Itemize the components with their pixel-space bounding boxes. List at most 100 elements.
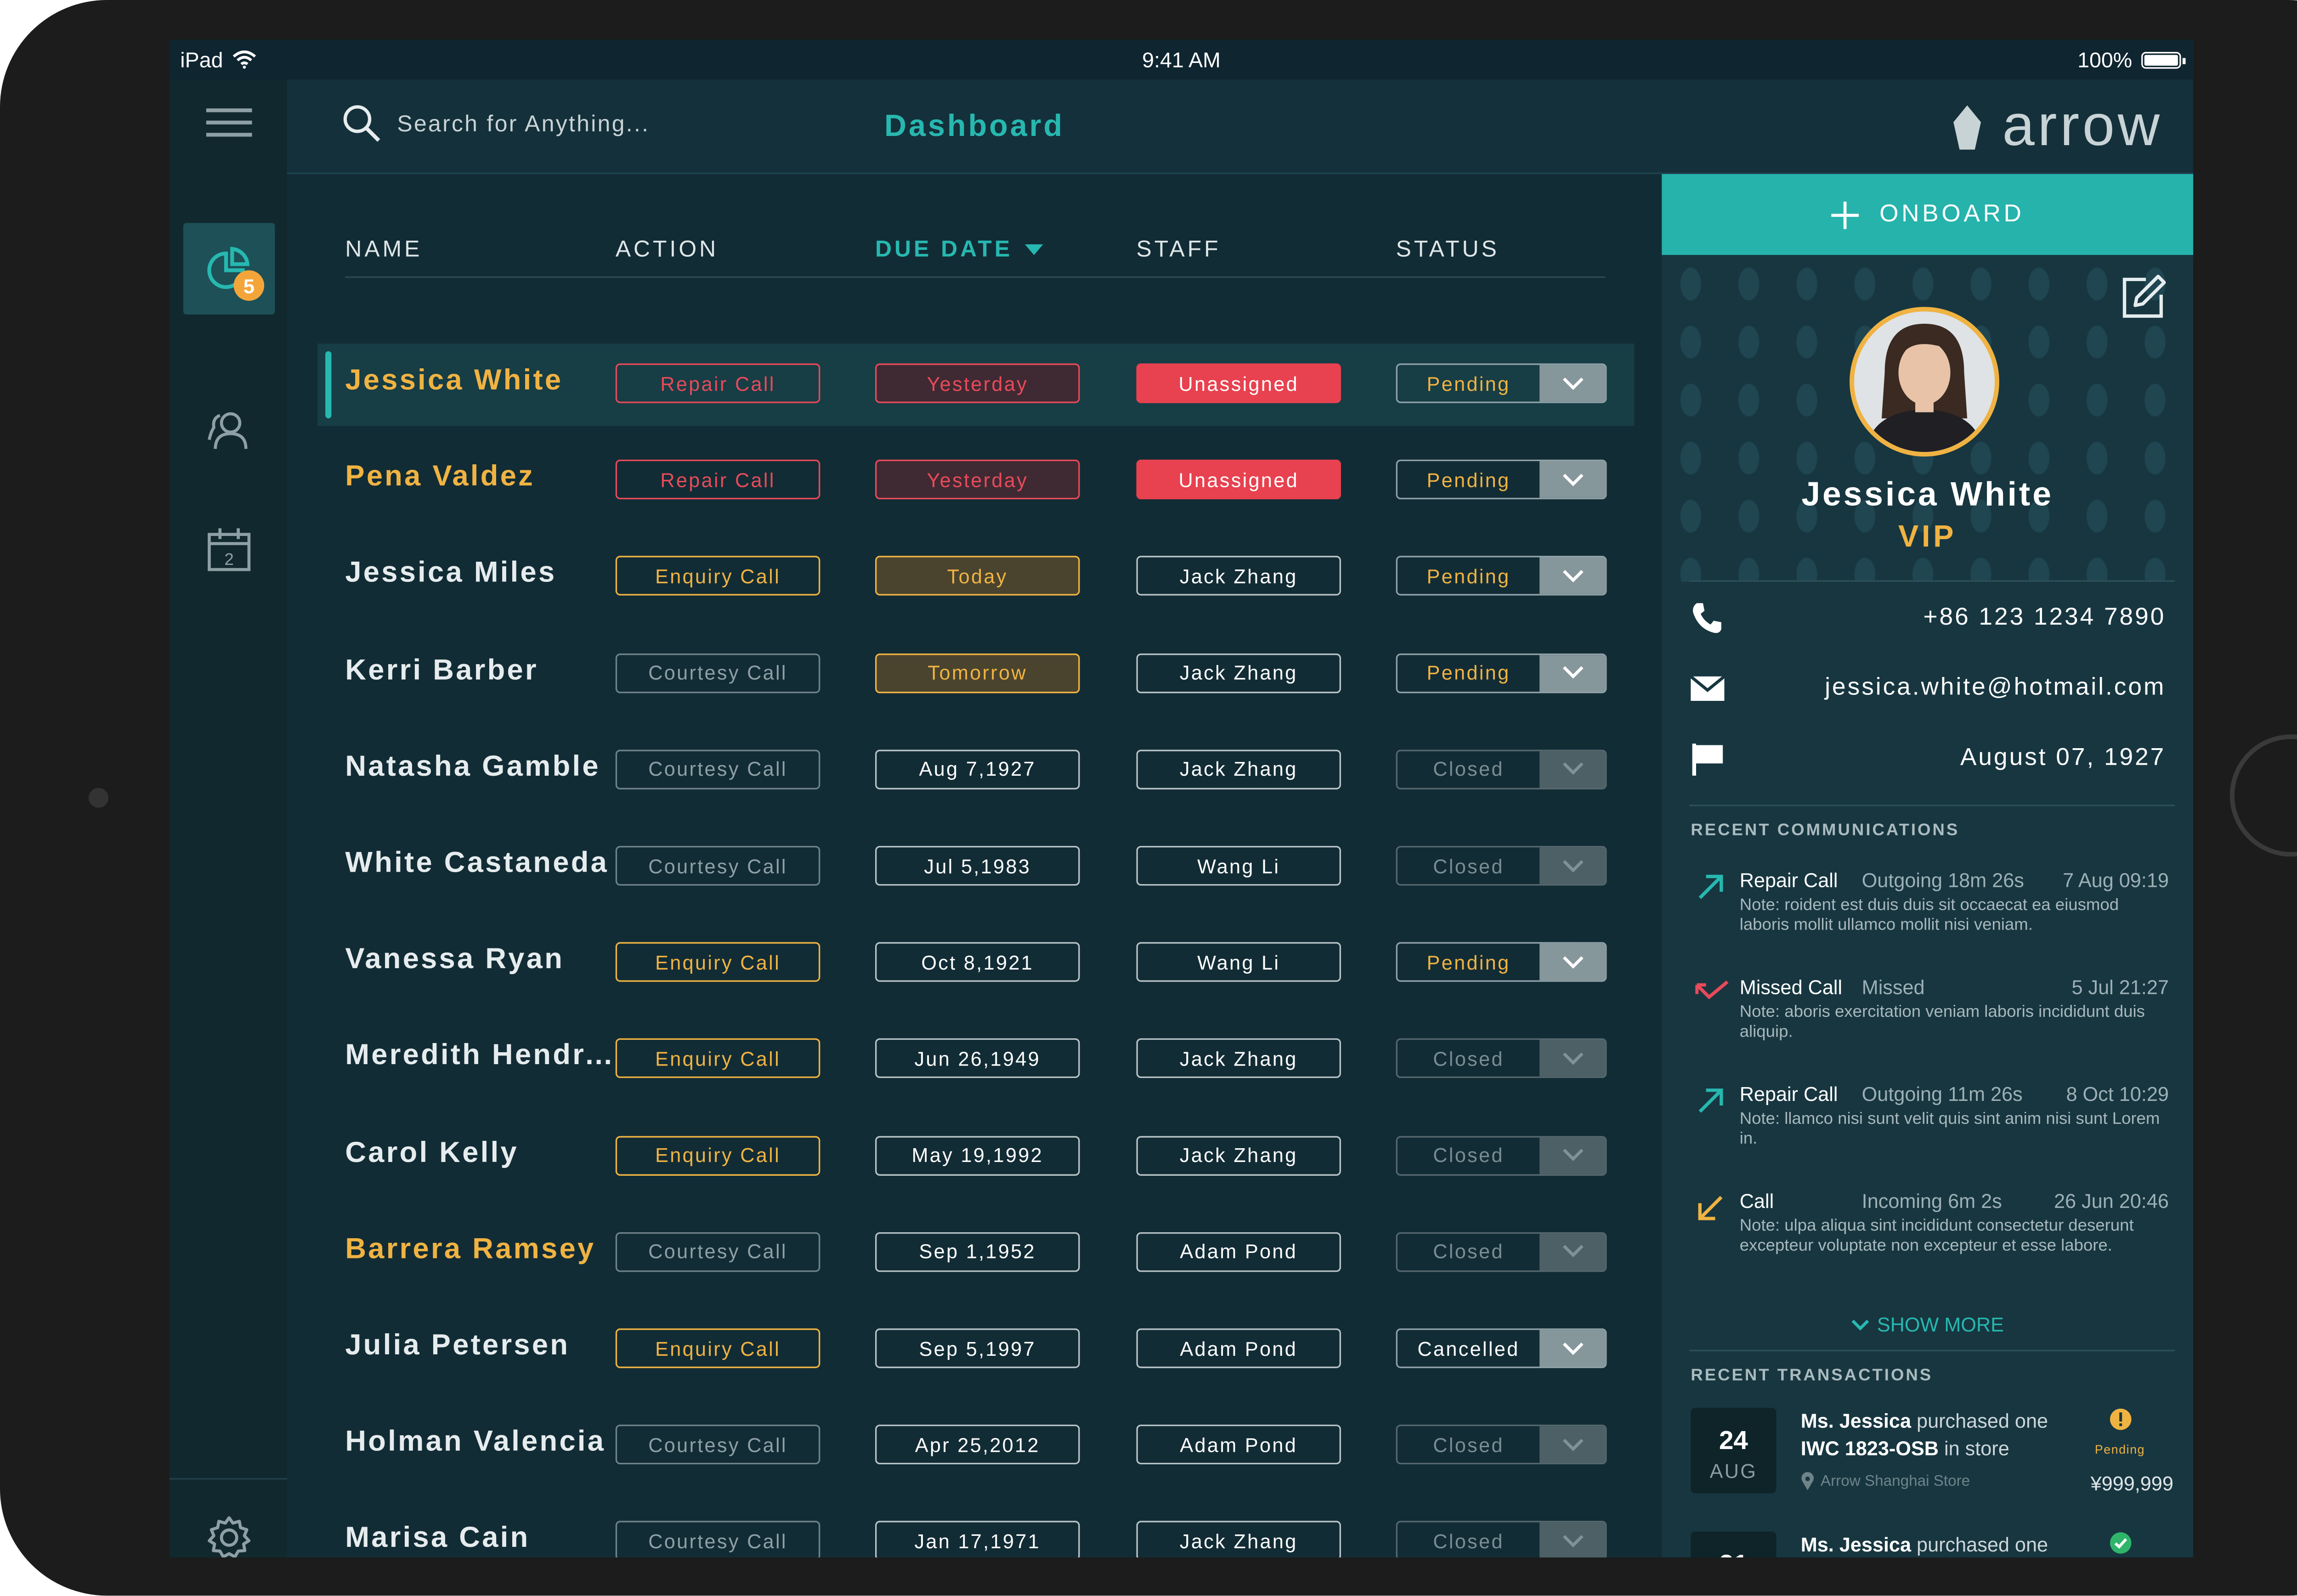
users-icon	[208, 412, 248, 449]
status-dropdown[interactable]: Closed	[1396, 1425, 1607, 1465]
customer-name-cell[interactable]: Julia Petersen	[345, 1330, 614, 1364]
hamburger-menu-icon[interactable]	[206, 107, 252, 141]
status-dropdown-toggle[interactable]	[1539, 1330, 1606, 1367]
table-row[interactable]: Holman Valencia Courtesy Call Apr 25,2012 A…	[318, 1405, 1635, 1488]
search-box[interactable]: Search for Anything...	[342, 104, 650, 143]
table-row[interactable]: Barrera Ramsey Courtesy Call Sep 1,1952 Ada…	[318, 1212, 1635, 1295]
status-dropdown-toggle[interactable]	[1539, 1137, 1606, 1174]
action-tag[interactable]: Repair Call	[615, 460, 820, 500]
staff-tag[interactable]: Wang Li	[1136, 942, 1341, 982]
staff-tag[interactable]: Jack Zhang	[1136, 1135, 1341, 1175]
table-row[interactable]: Marisa Cain Courtesy Call Jan 17,1971 Jack …	[318, 1501, 1635, 1558]
status-dropdown-toggle[interactable]	[1539, 461, 1606, 498]
logo-text: arrow	[2002, 95, 2163, 159]
status-dropdown[interactable]: Closed	[1396, 846, 1607, 886]
action-tag[interactable]: Repair Call	[615, 363, 820, 403]
onboard-button[interactable]: ONBOARD	[1662, 174, 2194, 255]
customer-name-cell[interactable]: Jessica White	[345, 365, 614, 399]
show-more-button[interactable]: SHOW MORE	[1662, 1313, 2193, 1336]
status-dropdown[interactable]: Pending	[1396, 363, 1607, 403]
customer-name-cell[interactable]: Holman Valencia	[345, 1427, 614, 1460]
table-row[interactable]: Meredith Hendr... Enquiry Call Jun 26,1949…	[318, 1019, 1635, 1102]
staff-tag[interactable]: Jack Zhang	[1136, 749, 1341, 790]
staff-tag[interactable]: Unassigned	[1136, 363, 1341, 403]
action-tag[interactable]: Enquiry Call	[615, 1328, 820, 1368]
staff-tag[interactable]: Adam Pond	[1136, 1328, 1341, 1368]
table-row[interactable]: Julia Petersen Enquiry Call Sep 5,1997 Adam…	[318, 1308, 1635, 1391]
table-row[interactable]: Jessica White Repair Call Yesterday Unassig…	[317, 344, 1635, 426]
column-header-status[interactable]: STATUS	[1396, 237, 1499, 263]
staff-tag[interactable]: Jack Zhang	[1136, 1521, 1341, 1558]
action-tag[interactable]: Enquiry Call	[615, 942, 820, 982]
arrow-logo-icon	[1953, 104, 1981, 149]
customer-name-cell[interactable]: Marisa Cain	[345, 1523, 614, 1557]
nav-dashboard[interactable]: 5	[183, 223, 275, 315]
table-row[interactable]: White Castaneda Courtesy Call Jul 5,1983 Wa…	[318, 826, 1635, 909]
contact-phone[interactable]: +86 123 1234 7890	[1689, 596, 2166, 642]
status-dropdown[interactable]: Pending	[1396, 653, 1607, 693]
action-tag[interactable]: Courtesy Call	[615, 653, 820, 693]
nav-customers[interactable]	[183, 385, 275, 476]
column-header-name[interactable]: NAME	[345, 237, 422, 263]
table-row[interactable]: Natasha Gamble Courtesy Call Aug 7,1927 Jac…	[318, 729, 1635, 812]
status-dropdown-toggle[interactable]	[1539, 847, 1606, 884]
status-dropdown[interactable]: Cancelled	[1396, 1328, 1607, 1368]
customer-name-cell[interactable]: Jessica Miles	[345, 558, 614, 592]
action-tag[interactable]: Courtesy Call	[615, 749, 820, 790]
status-dropdown-toggle[interactable]	[1539, 751, 1606, 788]
status-dropdown[interactable]: Closed	[1396, 1039, 1607, 1079]
status-dropdown-toggle[interactable]	[1539, 365, 1606, 402]
nav-settings[interactable]	[183, 1492, 275, 1558]
customer-name-cell[interactable]: Barrera Ramsey	[345, 1234, 614, 1267]
staff-tag[interactable]: Adam Pond	[1136, 1232, 1341, 1272]
status-dropdown-toggle[interactable]	[1539, 944, 1606, 981]
status-dropdown-toggle[interactable]	[1539, 1523, 1606, 1558]
transaction-item[interactable]: 21AUG Ms. Jessica purchased oneCitizen Y3…	[1691, 1531, 2164, 1558]
table-row[interactable]: Carol Kelly Enquiry Call May 19,1992 Jack Z…	[318, 1116, 1635, 1198]
table-row[interactable]: Pena Valdez Repair Call Yesterday Unassigne…	[318, 440, 1635, 523]
status-dropdown[interactable]: Closed	[1396, 1232, 1607, 1272]
action-tag[interactable]: Enquiry Call	[615, 556, 820, 596]
status-dropdown-toggle[interactable]	[1539, 558, 1606, 595]
customer-name-cell[interactable]: Vanessa Ryan	[345, 944, 614, 977]
staff-tag[interactable]: Adam Pond	[1136, 1425, 1341, 1465]
status-dropdown[interactable]: Closed	[1396, 749, 1607, 790]
table-row[interactable]: Jessica Miles Enquiry Call Today Jack Zhang…	[318, 536, 1635, 619]
staff-tag[interactable]: Jack Zhang	[1136, 653, 1341, 693]
column-header-staff[interactable]: STAFF	[1137, 237, 1221, 263]
status-dropdown[interactable]: Pending	[1396, 460, 1607, 500]
status-dropdown-toggle[interactable]	[1539, 1040, 1606, 1077]
search-input[interactable]: Search for Anything...	[397, 111, 650, 137]
staff-tag[interactable]: Wang Li	[1136, 846, 1341, 886]
column-header-action[interactable]: ACTION	[616, 237, 719, 263]
status-dropdown-toggle[interactable]	[1539, 1233, 1606, 1270]
status-dropdown[interactable]: Pending	[1396, 556, 1607, 596]
status-dropdown-toggle[interactable]	[1539, 654, 1606, 691]
customer-name-cell[interactable]: White Castaneda	[345, 847, 614, 881]
status-dropdown[interactable]: Closed	[1396, 1135, 1607, 1175]
table-row[interactable]: Kerri Barber Courtesy Call Tomorrow Jack Zh…	[318, 633, 1635, 716]
status-dropdown[interactable]: Pending	[1396, 942, 1607, 982]
action-tag[interactable]: Courtesy Call	[615, 1232, 820, 1272]
action-tag[interactable]: Courtesy Call	[615, 1521, 820, 1558]
customer-name-cell[interactable]: Natasha Gamble	[345, 751, 614, 784]
status-dropdown[interactable]: Closed	[1396, 1521, 1607, 1558]
customer-name-cell[interactable]: Carol Kelly	[345, 1137, 614, 1170]
customer-name-cell[interactable]: Pena Valdez	[345, 462, 614, 495]
action-tag[interactable]: Courtesy Call	[615, 846, 820, 886]
staff-tag[interactable]: Jack Zhang	[1136, 1039, 1341, 1079]
status-dropdown-toggle[interactable]	[1539, 1426, 1606, 1463]
contact-email[interactable]: jessica.white@hotmail.com	[1689, 666, 2166, 712]
action-tag[interactable]: Enquiry Call	[615, 1135, 820, 1175]
action-tag[interactable]: Enquiry Call	[615, 1039, 820, 1079]
column-header-due-date[interactable]: DUE DATE	[875, 237, 1043, 263]
staff-tag[interactable]: Jack Zhang	[1136, 556, 1341, 596]
customer-name-cell[interactable]: Kerri Barber	[345, 654, 614, 688]
transaction-item[interactable]: 24 AUG Ms. Jessica purchased one IWC 1823-O…	[1691, 1408, 2173, 1499]
action-tag[interactable]: Courtesy Call	[615, 1425, 820, 1465]
table-row[interactable]: Vanessa Ryan Enquiry Call Oct 8,1921 Wang L…	[318, 923, 1635, 1005]
nav-calendar[interactable]: 2	[183, 504, 275, 595]
customer-name-cell[interactable]: Meredith Hendr...	[345, 1040, 614, 1074]
edit-icon[interactable]	[2118, 273, 2167, 322]
staff-tag[interactable]: Unassigned	[1136, 460, 1341, 500]
